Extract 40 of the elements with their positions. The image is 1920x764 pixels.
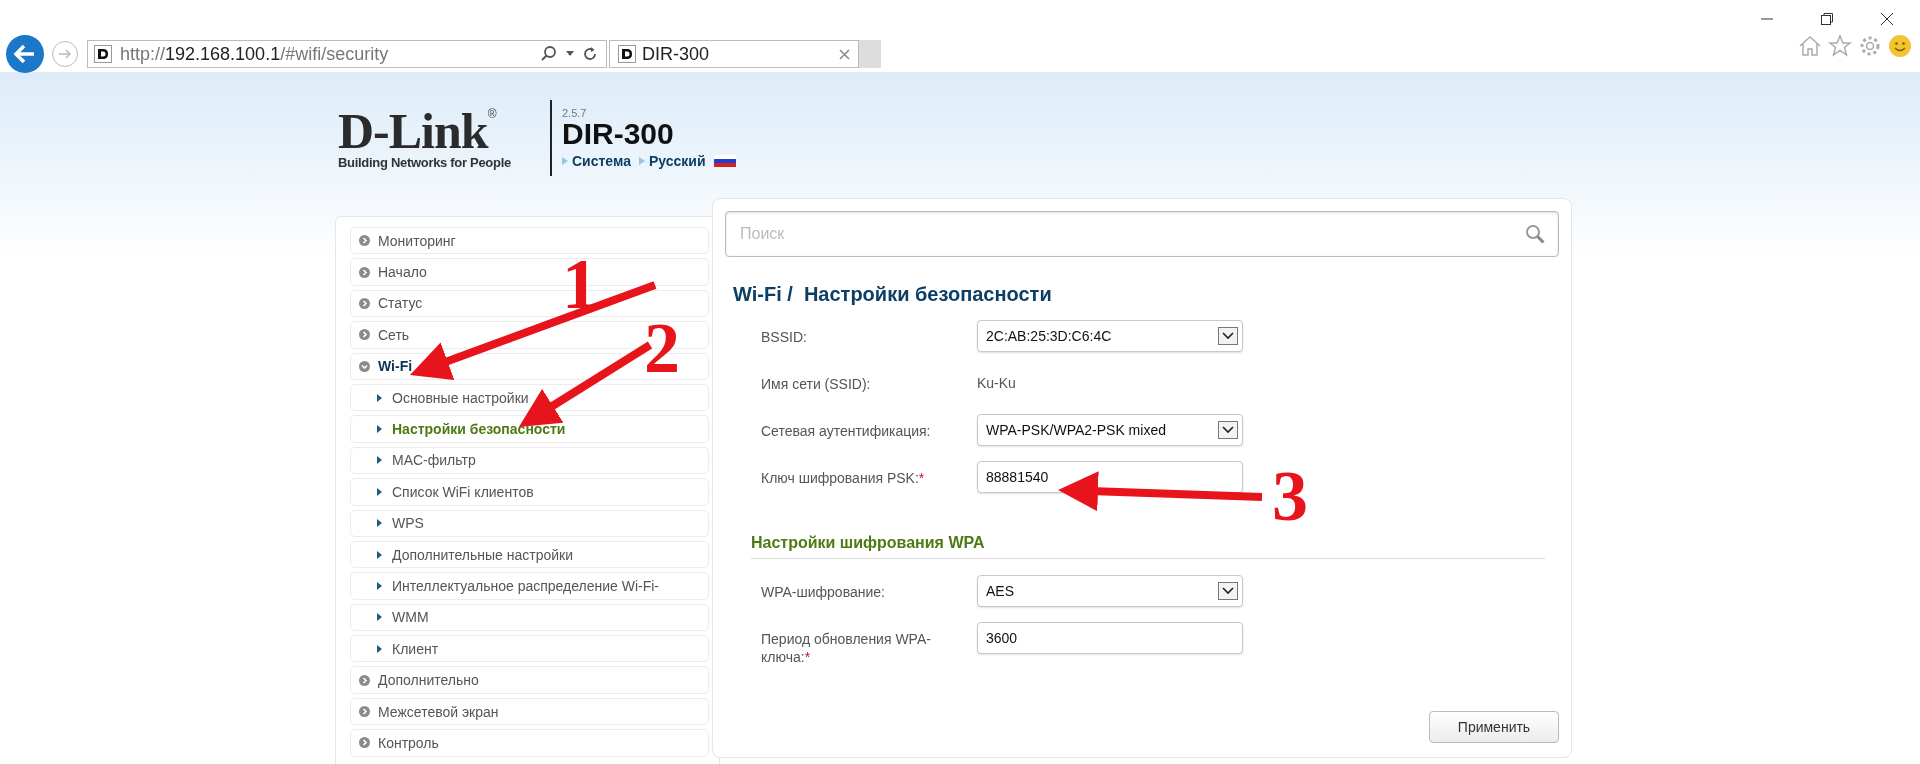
menu-item[interactable]: Межсетевой экран: [350, 697, 709, 726]
submenu-item[interactable]: Дополнительные настройки: [350, 540, 709, 569]
submenu-item[interactable]: MAC-фильтр: [350, 446, 709, 475]
submenu-item[interactable]: WPS: [350, 509, 709, 537]
browser-tab[interactable]: DIR-300: [609, 40, 859, 68]
submenu-item[interactable]: Интеллектуальное распределение Wi-Fi-: [350, 572, 709, 600]
submenu-item[interactable]: Настройки безопасности: [350, 415, 709, 443]
dropdown[interactable]: AES: [977, 575, 1243, 607]
registered-mark: ®: [487, 106, 497, 121]
tagline: Building Networks for People: [338, 154, 512, 170]
submenu-item[interactable]: WMM: [350, 603, 709, 632]
annotation-number: 3: [1272, 456, 1308, 536]
address-bar[interactable]: http://192.168.100.1/#wifi/security: [87, 40, 607, 68]
field-label: BSSID:: [761, 328, 808, 346]
field-label: Сетевая аутентификация:: [761, 422, 932, 440]
submenu-item[interactable]: Список WiFi клиентов: [350, 478, 709, 506]
submenu-item[interactable]: Клиент: [350, 635, 709, 663]
search-field[interactable]: Поиск: [725, 211, 1559, 257]
field-label: Имя сети (SSID):: [761, 375, 872, 393]
field-label: Ключ шифрования PSK:*: [761, 469, 926, 487]
page-title: Wi-Fi / Настройки безопасности: [733, 283, 1053, 306]
input-field[interactable]: 3600: [977, 622, 1243, 654]
field-value: Ku-Ku: [977, 374, 1016, 391]
menu-item[interactable]: Мониторинг: [350, 227, 709, 255]
header-link[interactable]: Система: [572, 153, 631, 169]
apply-button[interactable]: Применить: [1429, 711, 1559, 743]
firmware-version: 2.5.7: [562, 107, 588, 119]
menu-item[interactable]: Дополнительно: [350, 666, 709, 694]
submenu-item[interactable]: Основные настройки: [350, 383, 709, 412]
input-field[interactable]: 88881540: [977, 461, 1243, 493]
dropdown[interactable]: WPA-PSK/WPA2-PSK mixed: [977, 414, 1243, 446]
url-text[interactable]: http://192.168.100.1/#wifi/security: [120, 43, 532, 65]
field-label: WPA-шифрование:: [761, 583, 886, 601]
dropdown[interactable]: 2C:AB:25:3D:C6:4C: [977, 320, 1243, 352]
model-name: DIR-300: [562, 119, 675, 149]
menu-item[interactable]: Контроль: [350, 729, 709, 757]
brand-logo: D-Link: [338, 106, 488, 155]
section-heading: Настройки шифрования WPA: [751, 534, 1545, 559]
header-link[interactable]: Русский: [648, 153, 706, 169]
field-label: Период обновления WPA-ключа:*: [761, 630, 932, 666]
